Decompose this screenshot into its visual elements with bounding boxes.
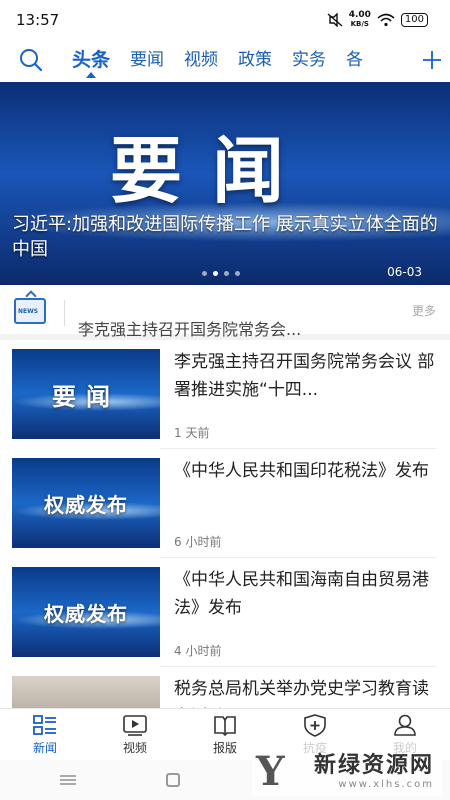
tab-regions[interactable]: 各 bbox=[336, 40, 373, 80]
news-time: 1 天前 bbox=[174, 426, 210, 440]
newspaper-icon bbox=[214, 716, 236, 737]
tab-video[interactable]: 视频 bbox=[174, 40, 228, 80]
video-play-icon bbox=[123, 715, 147, 736]
news-time: 6 小时前 bbox=[174, 535, 222, 549]
news-thumbnail: 要闻 bbox=[12, 349, 160, 439]
carousel-dots bbox=[202, 271, 240, 276]
news-list-icon bbox=[33, 715, 56, 735]
carousel-dot[interactable] bbox=[202, 271, 207, 276]
search-button[interactable] bbox=[0, 40, 62, 80]
status-bar: 13:57 4.00 KB/S 100 bbox=[0, 0, 450, 40]
shield-plus-icon bbox=[304, 714, 326, 737]
banner-carousel: 习近平:加强和改进国际传播工作 展示真实立体全面的中国 06-03 bbox=[0, 82, 450, 285]
ticker-more-link[interactable]: 更多 bbox=[412, 302, 436, 319]
news-list-item[interactable]: 要闻 李克强主持召开国务院常务会议 部署推进实施“十四... 1 天前 bbox=[0, 340, 450, 449]
news-title: 李克强主持召开国务院常务会议 部署推进实施“十四... bbox=[174, 352, 435, 400]
watermark-url: www.xlhs.com bbox=[338, 778, 434, 790]
tab-headlines[interactable]: 头条 bbox=[62, 40, 120, 80]
banner-headline[interactable]: 习近平:加强和改进国际传播工作 展示真实立体全面的中国 bbox=[12, 212, 442, 262]
status-icons: 4.00 KB/S 100 bbox=[327, 11, 428, 29]
user-icon bbox=[394, 714, 416, 736]
news-thumbnail: 权威发布 bbox=[12, 458, 160, 548]
news-list-item[interactable]: 权威发布 《中华人民共和国印花税法》发布 6 小时前 bbox=[0, 449, 450, 558]
watermark: Y 新绿资源网 www.xlhs.com bbox=[252, 740, 442, 796]
thumbnail-text: 权威发布 bbox=[44, 493, 128, 517]
system-menu-button[interactable] bbox=[60, 775, 76, 785]
net-speed: 4.00 KB/S bbox=[349, 11, 371, 29]
tab-important-news[interactable]: 要闻 bbox=[120, 40, 174, 80]
channel-tab-bar: 头条 要闻 视频 政策 实务 各 bbox=[0, 40, 450, 80]
add-channel-button[interactable] bbox=[414, 40, 450, 80]
thumbnail-text: 权威发布 bbox=[44, 602, 128, 626]
tab-practice[interactable]: 实务 bbox=[282, 40, 336, 80]
carousel-dot[interactable] bbox=[224, 271, 229, 276]
nav-label: 新闻 bbox=[32, 741, 57, 755]
plus-icon bbox=[423, 51, 441, 69]
search-icon bbox=[20, 49, 43, 72]
banner-date: 06-03 bbox=[387, 265, 422, 279]
nav-news[interactable]: 新闻 bbox=[0, 709, 90, 760]
nav-label: 报版 bbox=[212, 741, 237, 755]
news-title: 《中华人民共和国海南自由贸易港法》发布 bbox=[174, 570, 429, 618]
status-time: 13:57 bbox=[16, 11, 60, 29]
channel-tabs: 头条 要闻 视频 政策 实务 各 bbox=[62, 40, 414, 80]
news-board-icon: NEWS bbox=[14, 298, 46, 324]
wifi-icon bbox=[377, 13, 395, 27]
watermark-logo-icon: Y bbox=[256, 748, 285, 795]
net-speed-unit: KB/S bbox=[350, 20, 369, 28]
watermark-title: 新绿资源网 bbox=[313, 752, 434, 778]
news-time: 4 小时前 bbox=[174, 644, 222, 658]
nav-video[interactable]: 视频 bbox=[90, 709, 180, 760]
ticker-divider bbox=[64, 300, 65, 326]
battery-indicator: 100 bbox=[400, 13, 428, 27]
mute-vibrate-icon bbox=[327, 13, 343, 27]
news-ticker[interactable]: NEWS 更多 李克强主持召开国务院常务会... bbox=[0, 290, 450, 340]
news-list-item[interactable]: 权威发布 《中华人民共和国海南自由贸易港法》发布 4 小时前 bbox=[0, 558, 450, 667]
news-icon-text: NEWS bbox=[18, 308, 39, 315]
news-thumbnail: 权威发布 bbox=[12, 567, 160, 657]
net-speed-value: 4.00 bbox=[348, 10, 371, 20]
carousel-dot[interactable] bbox=[235, 271, 240, 276]
system-home-button[interactable] bbox=[166, 773, 180, 787]
tab-policy[interactable]: 政策 bbox=[228, 40, 282, 80]
thumbnail-text: 要闻 bbox=[52, 382, 120, 411]
carousel-dot-active[interactable] bbox=[213, 271, 218, 276]
ticker-text[interactable]: 李克强主持召开国务院常务会... bbox=[78, 316, 301, 340]
nav-label: 视频 bbox=[122, 741, 147, 755]
news-title: 《中华人民共和国印花税法》发布 bbox=[174, 461, 429, 481]
